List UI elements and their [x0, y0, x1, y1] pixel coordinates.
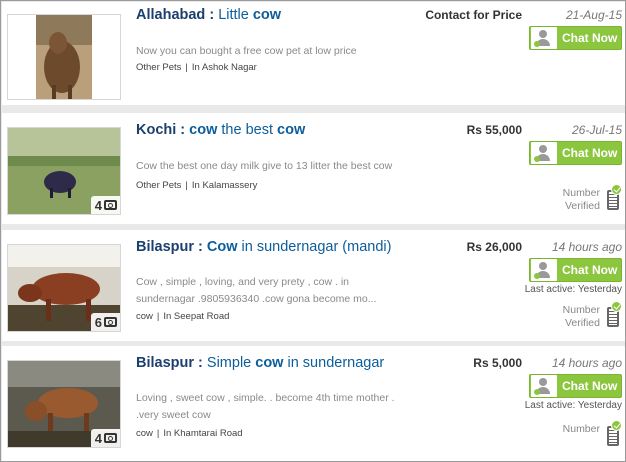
listing-city: Bilaspur	[136, 239, 195, 255]
user-online-icon	[531, 259, 557, 281]
title-part: Simple	[206, 355, 256, 371]
listing-category[interactable]: Other Pets	[136, 180, 181, 191]
listing-city: Kochi	[136, 122, 177, 138]
listing-price: Contact for Price	[425, 8, 522, 22]
chat-now-button[interactable]: Chat Now	[529, 258, 622, 282]
title-highlight: cow	[255, 355, 284, 371]
check-icon	[611, 184, 622, 195]
title-highlight: cow	[252, 7, 282, 23]
listing-location: In Khamtarai Road	[163, 428, 243, 439]
verify-line1: Number	[562, 423, 600, 435]
listing-city: Bilaspur	[136, 355, 195, 371]
listing-meta: cow | In Seepat Road	[136, 311, 230, 322]
user-online-icon	[531, 375, 557, 397]
listing-thumbnail[interactable]	[7, 14, 121, 100]
listing-thumbnail[interactable]: 6	[7, 244, 121, 332]
check-icon	[611, 420, 622, 431]
listing-price: Rs 26,000	[466, 240, 522, 254]
listing-date: 14 hours ago	[551, 356, 622, 370]
photo-count: 6	[94, 314, 102, 330]
photo-count: 4	[94, 430, 102, 446]
title-highlight: cow	[277, 122, 306, 138]
user-online-icon	[531, 27, 557, 49]
listing-date: 26-Jul-15	[571, 123, 622, 137]
listing-meta: cow | In Khamtarai Road	[136, 428, 243, 439]
chat-now-label: Chat Now	[562, 263, 618, 277]
title-highlight: Cow	[206, 239, 238, 255]
listings-frame: Allahabad : Little cow Now you can bough…	[0, 0, 626, 462]
number-verified-badge: Number	[552, 420, 622, 453]
camera-icon	[104, 433, 117, 443]
listing-city: Allahabad	[136, 7, 206, 23]
photo-count-badge[interactable]: 6	[90, 313, 120, 331]
listing-title[interactable]: Allahabad : Little cow	[136, 7, 281, 23]
listing-card[interactable]: 6 Bilaspur : Cow in sundernagar (mandi) …	[2, 230, 625, 341]
last-active-status: Last active: Yesterday	[524, 284, 622, 295]
check-icon	[611, 301, 622, 312]
listing-location: In Seepat Road	[163, 311, 230, 322]
listing-category[interactable]: cow	[136, 428, 153, 439]
title-part: in sundernagar (mandi)	[237, 239, 392, 255]
listing-description: Cow the best one day milk give to 13 lit…	[136, 160, 393, 172]
photo-count-badge[interactable]: 4	[90, 429, 120, 447]
number-verified-badge: Number Verified	[552, 301, 622, 334]
chat-now-label: Chat Now	[562, 146, 618, 160]
user-online-icon	[531, 142, 557, 164]
chat-now-button[interactable]: Chat Now	[529, 141, 622, 165]
listing-price: Rs 55,000	[466, 123, 522, 137]
listing-title[interactable]: Bilaspur : Simple cow in sundernagar	[136, 355, 384, 371]
photo-count: 4	[94, 197, 102, 213]
listing-description: Loving , sweet cow , simple. . become 4t…	[136, 392, 395, 421]
verify-line2: Verified	[564, 200, 600, 212]
listing-category[interactable]: Other Pets	[136, 62, 181, 73]
number-verified-badge: Number Verified	[552, 184, 622, 217]
listing-date: 14 hours ago	[551, 240, 622, 254]
chat-now-label: Chat Now	[562, 379, 618, 393]
title-highlight: cow	[189, 122, 218, 138]
listing-title[interactable]: Kochi : cow the best cow	[136, 122, 305, 138]
listing-card[interactable]: 4 Bilaspur : Simple cow in sundernagar L…	[2, 346, 625, 461]
title-part: Little	[218, 7, 253, 23]
title-part: in sundernagar	[283, 355, 385, 371]
verify-line2: Verified	[564, 317, 600, 329]
listing-description: Now you can bought a free cow pet at low…	[136, 45, 357, 57]
camera-icon	[104, 317, 117, 327]
listing-thumbnail[interactable]: 4	[7, 360, 121, 448]
listing-card[interactable]: Allahabad : Little cow Now you can bough…	[2, 2, 625, 105]
chat-now-button[interactable]: Chat Now	[529, 26, 622, 50]
listing-meta: Other Pets | In Kalamassery	[136, 180, 258, 191]
chat-now-button[interactable]: Chat Now	[529, 374, 622, 398]
listing-description: Cow , simple , loving, and very prety , …	[136, 276, 377, 305]
verify-line1: Number	[562, 304, 600, 316]
listing-category[interactable]: cow	[136, 311, 153, 322]
listing-date: 21-Aug-15	[565, 8, 622, 22]
camera-icon	[104, 200, 117, 210]
listing-location: In Ashok Nagar	[191, 62, 257, 73]
photo-count-badge[interactable]: 4	[90, 196, 120, 214]
listing-title[interactable]: Bilaspur : Cow in sundernagar (mandi)	[136, 239, 391, 255]
chat-now-label: Chat Now	[562, 31, 618, 45]
title-part: the best	[217, 122, 278, 138]
verify-line1: Number	[562, 187, 600, 199]
listing-meta: Other Pets | In Ashok Nagar	[136, 62, 257, 73]
listing-card[interactable]: 4 Kochi : cow the best cow Cow the best …	[2, 113, 625, 224]
listing-thumbnail[interactable]: 4	[7, 127, 121, 215]
last-active-status: Last active: Yesterday	[524, 400, 622, 411]
listing-price: Rs 5,000	[473, 356, 522, 370]
listing-location: In Kalamassery	[191, 180, 258, 191]
cow-photo	[36, 15, 92, 99]
